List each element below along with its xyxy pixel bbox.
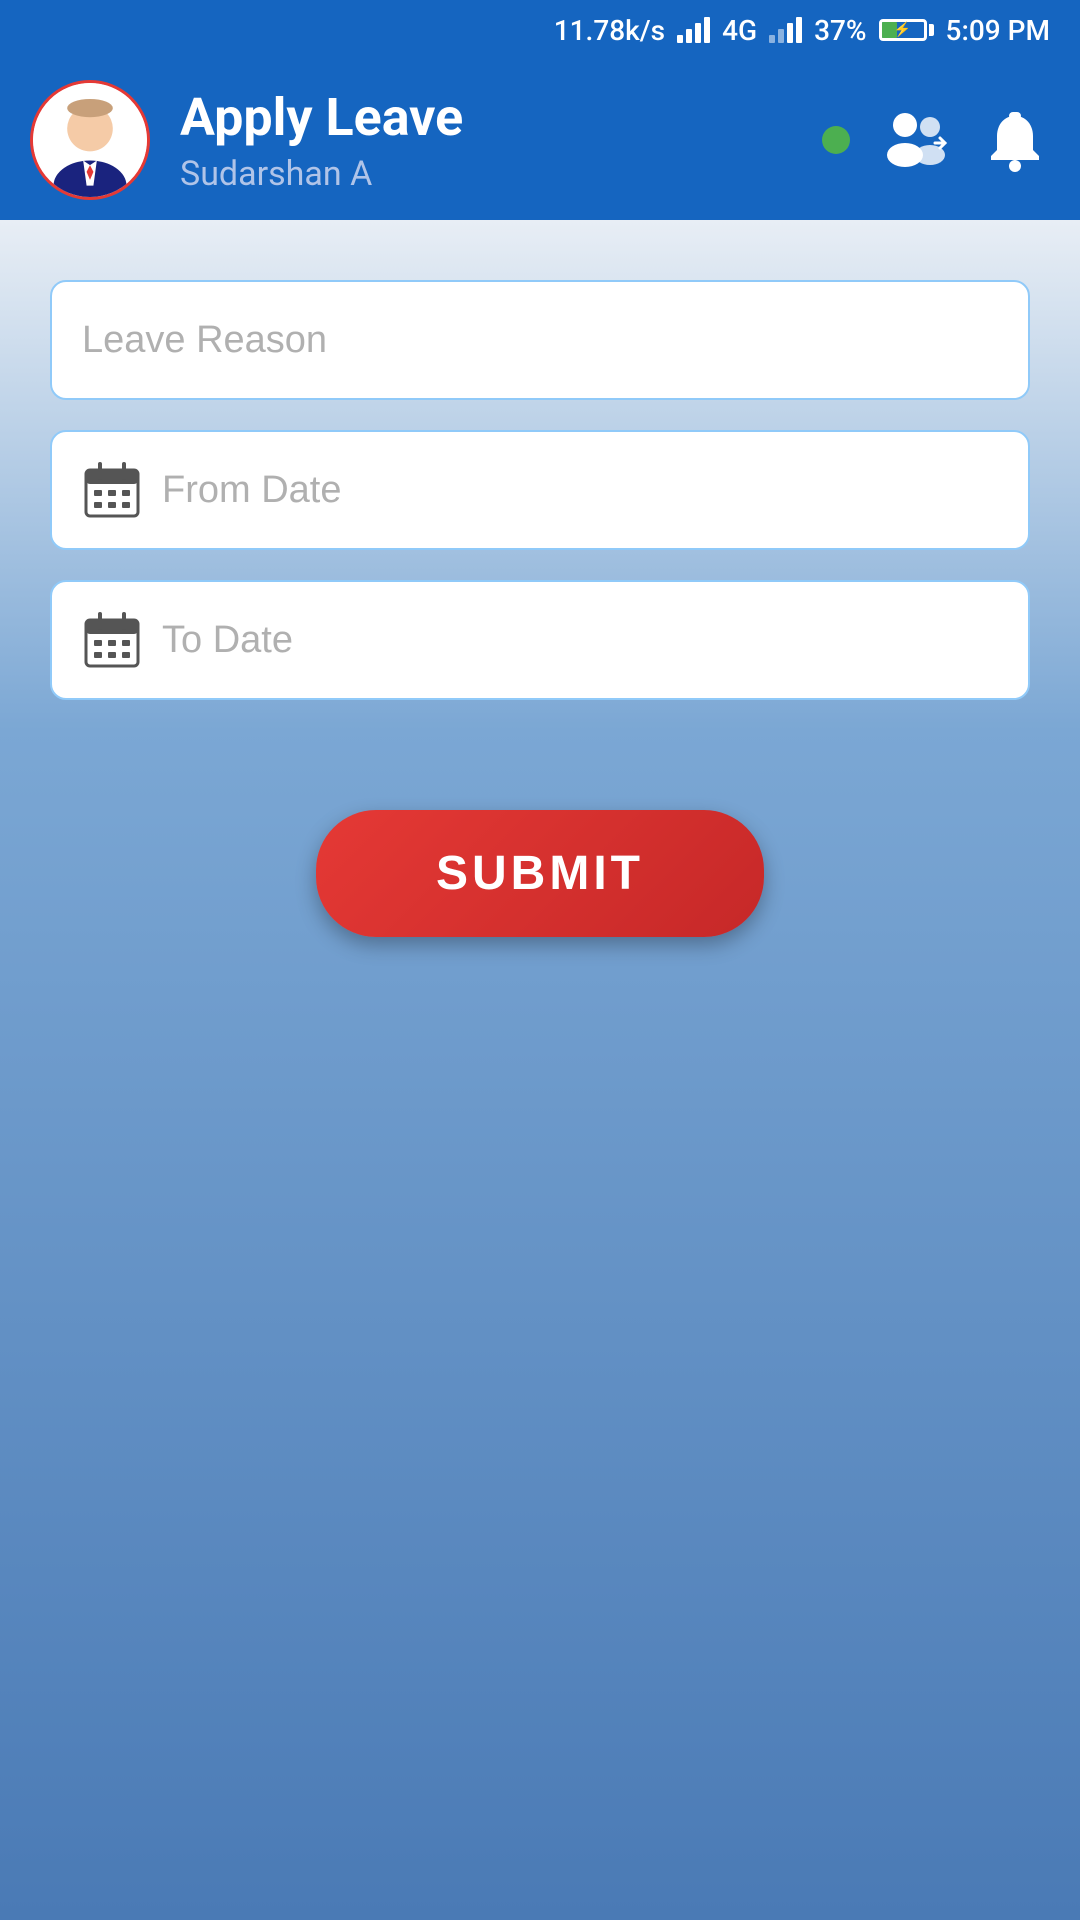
notification-button[interactable] <box>980 105 1050 175</box>
switch-user-button[interactable] <box>880 105 950 175</box>
leave-reason-input[interactable] <box>82 319 998 362</box>
network-speed: 11.78k/s <box>554 14 665 47</box>
leave-reason-field[interactable] <box>50 280 1030 400</box>
battery-icon: ⚡ <box>879 19 934 41</box>
main-content: SUBMIT <box>0 220 1080 1920</box>
from-date-input[interactable] <box>162 469 998 512</box>
battery-percent: 37% <box>814 14 866 47</box>
submit-button-container: SUBMIT <box>50 810 1030 937</box>
from-date-field[interactable] <box>50 430 1030 550</box>
header-icons <box>822 105 1050 175</box>
calendar-icon-to <box>82 610 142 670</box>
avatar <box>30 80 150 200</box>
time-display: 5:09 PM <box>946 14 1050 47</box>
user-name: Sudarshan A <box>180 154 792 194</box>
status-bar: 11.78k/s 4G 37% ⚡ 5:09 PM <box>0 0 1080 60</box>
calendar-icon-from <box>82 460 142 520</box>
leave-form <box>50 280 1030 700</box>
to-date-input[interactable] <box>162 619 998 662</box>
online-status-dot <box>822 126 850 154</box>
signal-4g-icon <box>677 17 710 43</box>
header-text: Apply Leave Sudarshan A <box>180 87 792 194</box>
to-date-field[interactable] <box>50 580 1030 700</box>
signal-3g-icon <box>769 17 802 43</box>
network-type: 4G <box>722 14 757 47</box>
page-title: Apply Leave <box>180 87 792 148</box>
app-header: Apply Leave Sudarshan A <box>0 60 1080 220</box>
submit-button[interactable]: SUBMIT <box>316 810 764 937</box>
